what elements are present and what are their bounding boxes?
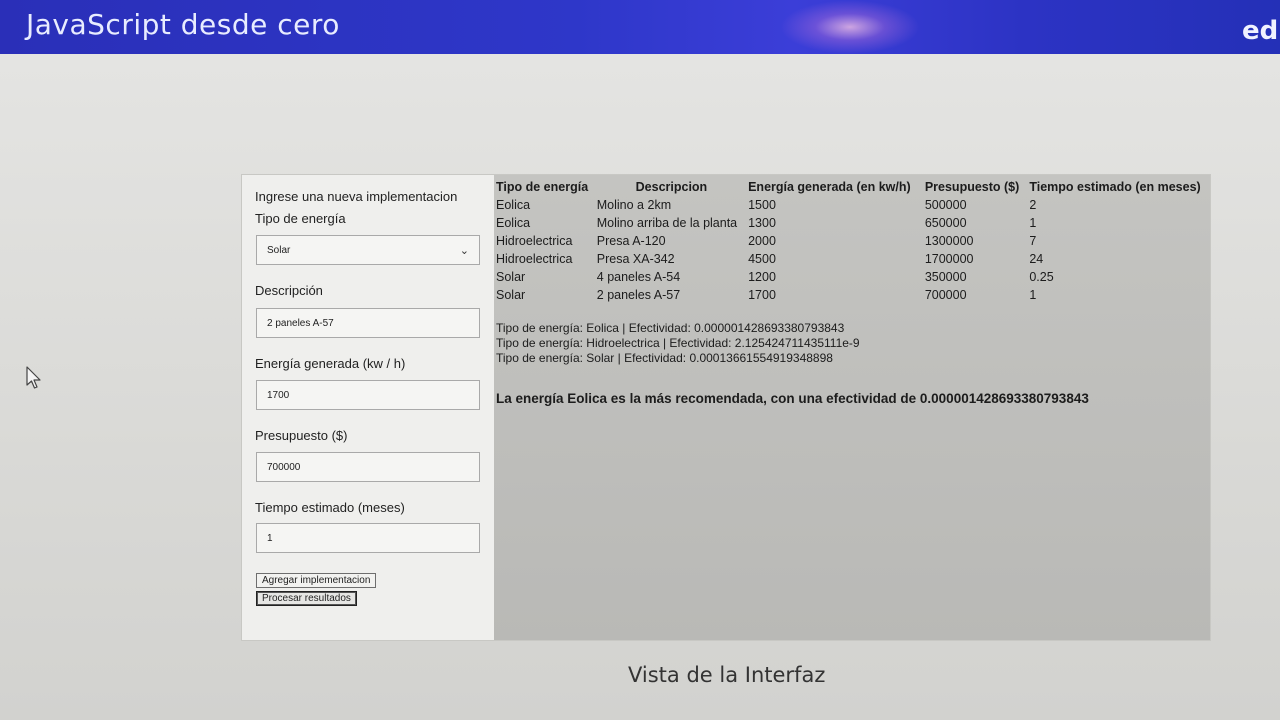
add-implementation-button[interactable]: Agregar implementacion [256,573,377,588]
table-cell: 2 [1029,198,1037,212]
table-row: Solar 2 paneles A-57 1700 700000 1 [496,286,1210,304]
table-cell: 650000 [924,216,967,230]
recommendation-text: La energía Eolica es la más recomendada,… [496,391,1089,406]
process-results-button[interactable]: Procesar resultados [256,591,357,606]
screen-glare [780,0,920,54]
column-header: Presupuesto ($) [924,180,1020,194]
table-cell: 350000 [924,270,967,284]
table-cell: Presa XA-342 [596,252,675,266]
descripcion-input[interactable]: 2 paneles A-57 [256,308,480,338]
tipo-energia-label: Tipo de energía [255,211,346,226]
presupuesto-label: Presupuesto ($) [255,428,348,443]
mouse-cursor-icon [26,366,41,389]
table-cell: 1300 [748,216,776,230]
table-cell: Eolica [496,216,531,230]
tiempo-input[interactable]: 1 [256,523,480,553]
table-cell: 24 [1029,252,1044,266]
column-header: Energía generada (en kw/h) [748,180,911,194]
table-cell: Molino a 2km [596,198,672,212]
table-cell: 7 [1029,234,1037,248]
chevron-down-icon: ⌄ [459,244,469,257]
table-cell: 2 paneles A-57 [596,288,681,302]
table-cell: Solar [496,288,526,302]
table-cell: 0.25 [1029,270,1054,284]
table-row: Solar 4 paneles A-54 1200 350000 0.25 [496,268,1210,286]
column-header: Tiempo estimado (en meses) [1029,180,1201,194]
app-frame: Ingrese una nueva implementacion Tipo de… [241,174,1211,641]
table-cell: 1200 [748,270,776,284]
table-header-row: Tipo de energía Descripcion Energía gene… [496,178,1210,196]
table-cell: Presa A-120 [596,234,666,248]
page-title: JavaScript desde cero [26,8,340,41]
results-panel: Tipo de energía Descripcion Energía gene… [494,175,1210,640]
table-cell: Solar [496,270,526,284]
table-cell: 700000 [924,288,967,302]
effectiveness-list: Tipo de energía: Eolica | Efectividad: 0… [496,321,860,366]
table-row: Hidroelectrica Presa XA-342 4500 1700000… [496,250,1210,268]
table-row: Hidroelectrica Presa A-120 2000 1300000 … [496,232,1210,250]
column-header: Descripcion [635,180,708,194]
tipo-energia-select[interactable]: Solar ⌄ [256,235,480,265]
energia-label: Energía generada (kw / h) [255,356,406,371]
tipo-energia-value: Solar [267,244,291,256]
table-cell: 2000 [748,234,776,248]
table-cell: 500000 [924,198,967,212]
table-cell: Eolica [496,198,531,212]
form-heading: Ingrese una nueva implementacion [255,189,458,204]
energia-input[interactable]: 1700 [256,380,480,410]
table-cell: 4 paneles A-54 [596,270,681,284]
implementation-form: Ingrese una nueva implementacion Tipo de… [242,175,494,640]
descripcion-label: Descripción [255,283,323,298]
brand-logo-text: ed [1242,16,1279,46]
table-cell: Hidroelectrica [496,252,573,266]
table-cell: 1500 [748,198,776,212]
effectiveness-line: Tipo de energía: Solar | Efectividad: 0.… [496,351,833,365]
table-row: Eolica Molino a 2km 1500 500000 2 [496,196,1210,214]
table-cell: 1 [1029,288,1037,302]
header-bar: JavaScript desde cero ed [0,0,1280,54]
table-cell: 1 [1029,216,1037,230]
effectiveness-line: Tipo de energía: Hidroelectrica | Efecti… [496,336,860,350]
table-row: Eolica Molino arriba de la planta 1300 6… [496,214,1210,232]
table-cell: 1700000 [924,252,974,266]
table-cell: Hidroelectrica [496,234,573,248]
effectiveness-line: Tipo de energía: Eolica | Efectividad: 0… [496,321,845,335]
tiempo-label: Tiempo estimado (meses) [255,500,405,515]
table-cell: 4500 [748,252,776,266]
table-cell: Molino arriba de la planta [596,216,738,230]
presupuesto-input[interactable]: 700000 [256,452,480,482]
slide-caption: Vista de la Interfaz [628,663,826,687]
column-header: Tipo de energía [496,180,589,194]
implementations-table: Tipo de energía Descripcion Energía gene… [496,178,1210,304]
table-cell: 1700 [748,288,776,302]
table-cell: 1300000 [924,234,974,248]
